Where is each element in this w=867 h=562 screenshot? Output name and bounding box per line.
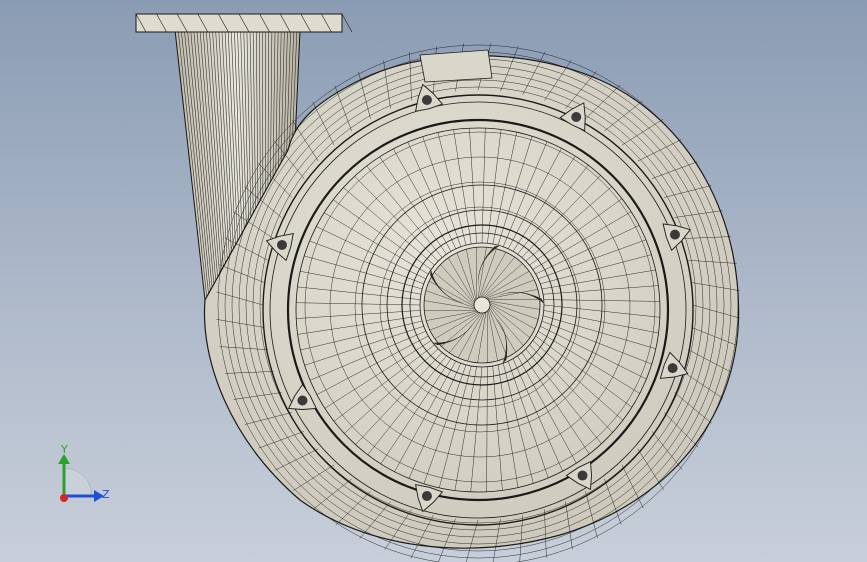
y-axis-label: Y (61, 443, 68, 456)
graphics-viewport[interactable]: Y Z (0, 0, 867, 562)
reference-triad: Y Z (48, 438, 118, 508)
z-axis-label: Z (102, 488, 110, 501)
discharge-flange (135, 13, 353, 33)
pump-housing-model[interactable] (0, 0, 867, 562)
